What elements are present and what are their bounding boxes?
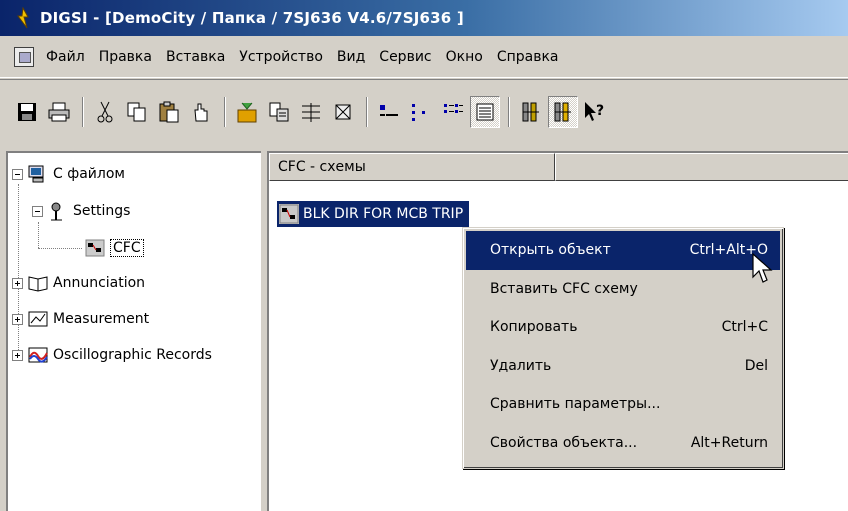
menu-window[interactable]: Окно [444, 47, 485, 67]
column-header-empty[interactable] [555, 153, 848, 181]
device-open-icon[interactable] [516, 96, 546, 128]
menu-item-label: Удалить [490, 357, 552, 374]
menu-item-shortcut: Ctrl+C [721, 319, 768, 336]
tree-connector [38, 248, 82, 249]
settings-tool-icon [47, 201, 69, 221]
details-view-icon[interactable] [470, 95, 500, 128]
tree-item-label: С файлом [53, 166, 125, 182]
settings-icon[interactable] [296, 96, 326, 128]
cfc-chart-icon [279, 204, 299, 224]
menu-item-label: Копировать [490, 319, 578, 336]
device-online-icon[interactable] [548, 95, 578, 128]
copy-icon[interactable] [122, 96, 152, 128]
tree-item-measurement[interactable]: Measurement [12, 308, 149, 330]
tree-item-annunciation[interactable]: Annunciation [12, 272, 145, 294]
column-header-cfc-charts[interactable]: CFC - схемы [269, 153, 555, 181]
mouse-pointer-icon [752, 252, 774, 285]
tree-item-root[interactable]: С файлом [12, 163, 125, 185]
large-icons-view-icon[interactable] [374, 96, 404, 128]
cfc-icon [84, 238, 106, 258]
collapse-icon[interactable] [12, 168, 23, 180]
small-icons-view-icon[interactable] [406, 96, 436, 128]
book-icon [27, 273, 49, 293]
project-tree[interactable]: С файлом Settings CFC Annunciation Measu… [6, 151, 261, 511]
computer-icon [27, 164, 49, 184]
menu-tools[interactable]: Сервис [377, 47, 433, 67]
menu-item-shortcut: Del [744, 357, 768, 374]
toolbar-separator [224, 96, 226, 127]
menu-bar: Файл Правка Вставка Устройство Вид Серви… [0, 36, 848, 78]
add-object-icon[interactable] [232, 96, 262, 128]
context-menu-delete[interactable]: Удалить Del [466, 347, 780, 386]
menu-help[interactable]: Справка [495, 47, 561, 67]
expand-icon[interactable] [12, 313, 23, 325]
tree-item-cfc[interactable]: CFC [84, 237, 144, 259]
context-menu-object-properties[interactable]: Свойства объекта... Alt+Return [466, 424, 780, 463]
svg-text:?: ? [596, 103, 604, 119]
tree-connector [18, 184, 19, 358]
collapse-icon[interactable] [32, 205, 43, 217]
context-menu-insert-cfc-chart[interactable]: Вставить CFC схему [466, 270, 780, 309]
menu-view[interactable]: Вид [335, 47, 367, 67]
list-view-icon[interactable] [438, 96, 468, 128]
menu-device[interactable]: Устройство [237, 47, 325, 67]
menu-item-label: Свойства объекта... [490, 434, 638, 451]
toolbar-separator [508, 96, 510, 127]
context-menu-compare-parameters[interactable]: Сравнить параметры... [466, 385, 780, 424]
help-pointer-icon[interactable]: ? [580, 96, 610, 128]
menu-insert[interactable]: Вставка [164, 47, 227, 67]
cut-icon[interactable] [90, 96, 120, 128]
digsi-app-icon[interactable] [14, 6, 32, 29]
window-title: DIGSI - [DemoCity / Папка / 7SJ636 V4.6/… [40, 9, 464, 27]
hand-icon[interactable] [186, 96, 216, 128]
save-icon[interactable] [12, 96, 42, 128]
expand-icon[interactable] [12, 277, 23, 289]
tree-item-label: Annunciation [53, 275, 146, 291]
device-icon[interactable] [328, 96, 358, 128]
menu-item-shortcut: Alt+Return [690, 434, 768, 451]
tree-item-label: Settings [73, 203, 131, 219]
tree-connector [38, 222, 39, 248]
column-header-row: CFC - схемы [269, 153, 848, 181]
context-menu: Открыть объект Ctrl+Alt+O Вставить CFC с… [462, 227, 784, 469]
toolbar-separator [366, 96, 368, 127]
waveform-icon [27, 345, 49, 365]
expand-icon[interactable] [12, 349, 23, 361]
print-icon[interactable] [44, 96, 74, 128]
menu-item-label: Сравнить параметры... [490, 396, 661, 413]
report-icon[interactable] [264, 96, 294, 128]
tree-item-label: CFC [110, 239, 144, 257]
document-system-menu-icon[interactable] [14, 46, 34, 67]
context-menu-open-object[interactable]: Открыть объект Ctrl+Alt+O [466, 231, 780, 270]
toolbar-separator [82, 96, 84, 127]
menu-item-label: Вставить CFC схему [490, 280, 638, 297]
toolbar: ? [0, 79, 848, 143]
tree-item-settings[interactable]: Settings [32, 200, 130, 222]
paste-icon[interactable] [154, 96, 184, 128]
menu-item-label: Открыть объект [490, 242, 611, 259]
title-bar[interactable]: DIGSI - [DemoCity / Папка / 7SJ636 V4.6/… [0, 0, 848, 36]
tree-item-label: Measurement [53, 311, 150, 327]
list-item-label: BLK DIR FOR MCB TRIP [303, 206, 464, 222]
tree-item-label: Oscillographic Records [53, 347, 212, 363]
meter-icon [27, 309, 49, 329]
menu-edit[interactable]: Правка [97, 47, 154, 67]
context-menu-copy[interactable]: Копировать Ctrl+C [466, 308, 780, 347]
menu-file[interactable]: Файл [44, 47, 87, 67]
tree-item-oscillographic-records[interactable]: Oscillographic Records [12, 344, 212, 366]
list-item[interactable]: BLK DIR FOR MCB TRIP [277, 201, 470, 227]
